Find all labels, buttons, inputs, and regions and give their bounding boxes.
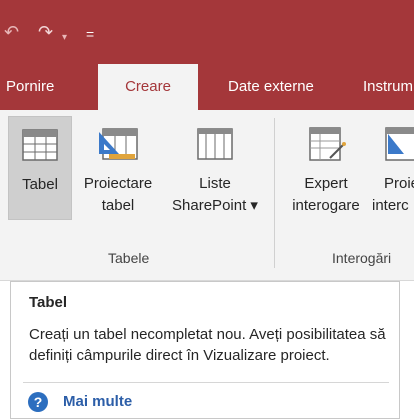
ribbon-tabs: Pornire Creare Date externe Instrum [0,64,414,110]
customize-toolbar-icon[interactable]: = [86,24,94,44]
ribbon: Tabel Proiectare tabel Liste SharePoint … [0,110,414,281]
tooltip-title: Tabel [29,294,68,311]
expert-interogare-button[interactable]: Expert interogare [280,116,372,216]
liste-label-line2: SharePoint ▾ [172,197,258,214]
proie-label-line2: interc [372,197,409,214]
undo-icon[interactable]: ↶ [4,22,19,42]
tab-creare[interactable]: Creare [98,64,198,110]
table-icon [22,129,58,161]
proiectare-label-line2: tabel [101,197,135,214]
query-wizard-icon [309,127,346,161]
mai-multe-link[interactable]: Mai multe [63,392,132,412]
liste-sharepoint-button[interactable]: Liste SharePoint ▾ [160,116,270,216]
proie-label-line1: Proie [384,175,414,192]
title-bar: ↶ ↷ ▾ = [0,0,414,64]
redo-dropdown-icon[interactable]: ▾ [62,28,67,48]
tab-pornire[interactable]: Pornire [6,64,54,110]
group-label-tabele: Tabele [108,250,150,266]
tabel-label: Tabel [22,176,58,193]
proiectare-label-line1: Proiectare [83,175,153,192]
tab-instrumente[interactable]: Instrum [363,64,413,110]
redo-icon[interactable]: ↷ [38,22,53,42]
proiectare-interogare-button[interactable]: Proie interc [372,116,414,216]
tabel-tooltip: Tabel Creați un tabel necompletat nou. A… [10,281,400,419]
help-icon[interactable]: ? [28,392,48,412]
expert-label-line2: interogare [292,197,360,214]
table-design-icon [99,128,138,160]
group-label-interogari: Interogări [332,250,392,266]
tabel-button[interactable]: Tabel [8,116,72,220]
sharepoint-lists-icon [197,128,233,160]
group-separator [274,118,275,268]
proiectare-tabel-button[interactable]: Proiectare tabel [76,116,160,216]
expert-label-line1: Expert [304,175,348,192]
query-design-icon [385,127,414,161]
tooltip-description: Creați un tabel necompletat nou. Aveți p… [29,326,386,364]
tab-date-externe[interactable]: Date externe [228,64,314,110]
liste-label-line1: Liste [199,175,231,192]
tooltip-divider [23,382,389,383]
